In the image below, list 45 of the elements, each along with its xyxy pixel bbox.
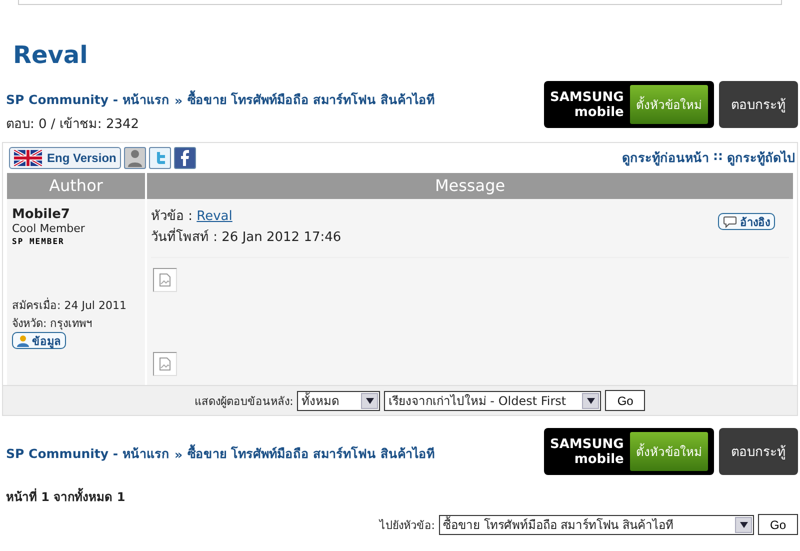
jump-label: ไปยังหัวข้อ: — [379, 518, 435, 534]
column-header: Author — [7, 173, 147, 199]
period-select[interactable]: ทั้งหมด — [297, 390, 380, 410]
breadcrumb-link[interactable]: SP Community - หน้าแรก — [6, 90, 170, 110]
member-label: SP MEMBER — [12, 237, 66, 246]
order-select[interactable]: เรียงจากเก่าไปใหม่ - Oldest First — [384, 390, 602, 410]
breadcrumb-separator: » — [174, 92, 183, 108]
page-indicator: หน้าที่ 1 จากทั้งหมด 1 — [0, 475, 800, 506]
column-header: Message — [147, 173, 793, 199]
go-button[interactable]: Go — [605, 390, 646, 411]
reply-button[interactable]: ตอบกระทู้ — [719, 428, 798, 475]
facebook-icon[interactable] — [174, 147, 196, 169]
breadcrumb-link[interactable]: ซื้อขาย โทรศัพท์มือถือ สมาร์ทโฟน สินค้าไอที — [188, 444, 435, 464]
user-icon — [17, 334, 29, 346]
quote-button[interactable]: อ้างอิง — [718, 213, 775, 230]
breadcrumb-link[interactable]: SP Community - หน้าแรก — [6, 444, 170, 464]
broken-image-icon — [153, 268, 177, 292]
topic-nav-link[interactable]: ดูกระทู้ก่อนหน้า — [622, 148, 709, 168]
language-button[interactable]: Eng Version — [9, 147, 122, 169]
profile-button[interactable]: ข้อมูล — [12, 332, 66, 349]
reply-button[interactable]: ตอบกระทู้ — [719, 81, 798, 128]
subject-link[interactable]: Reval — [196, 209, 232, 224]
twitter-icon[interactable] — [149, 147, 172, 169]
join-date: สมัครเมื่อ: 24 Jul 2011 — [12, 296, 128, 314]
topic-select[interactable]: ซื้อขาย โทรศัพท์มือถือ สมาร์ทโฟน สินค้าไอที — [439, 514, 754, 534]
nav-separator: :: — [713, 148, 723, 165]
flag-icon — [14, 150, 42, 166]
breadcrumb-link[interactable]: ซื้อขาย โทรศัพท์มือถือ สมาร์ทโฟน สินค้าไอที — [188, 90, 435, 110]
broken-image-icon — [153, 352, 177, 376]
speech-bubble-icon — [723, 216, 737, 228]
reply-view-count: ตอบ: 0 / เข้าชม: 2342 — [6, 116, 140, 134]
caret-icon — [740, 522, 748, 528]
topic-title: Reval — [13, 41, 89, 71]
caret-icon — [586, 398, 595, 404]
province: จังหวัด: กรุงเทพฯ — [12, 316, 94, 332]
author-name: Mobile7 — [12, 207, 71, 222]
topic-nav-link[interactable]: ดูกระทู้ถัดไป — [727, 148, 795, 168]
post-date: วันที่โพสท์ : 26 Jan 2012 17:46 — [151, 226, 342, 247]
breadcrumb-separator: » — [174, 446, 183, 462]
member-rank: Cool Member — [12, 222, 86, 235]
profile-icon[interactable] — [124, 147, 146, 169]
caret-icon — [366, 398, 374, 404]
go-button[interactable]: Go — [758, 514, 798, 535]
subject-line: หัวข้อ : Reval — [151, 208, 234, 226]
filter-label: แสดงผู้ตอบข้อนหลัง: — [194, 394, 294, 410]
